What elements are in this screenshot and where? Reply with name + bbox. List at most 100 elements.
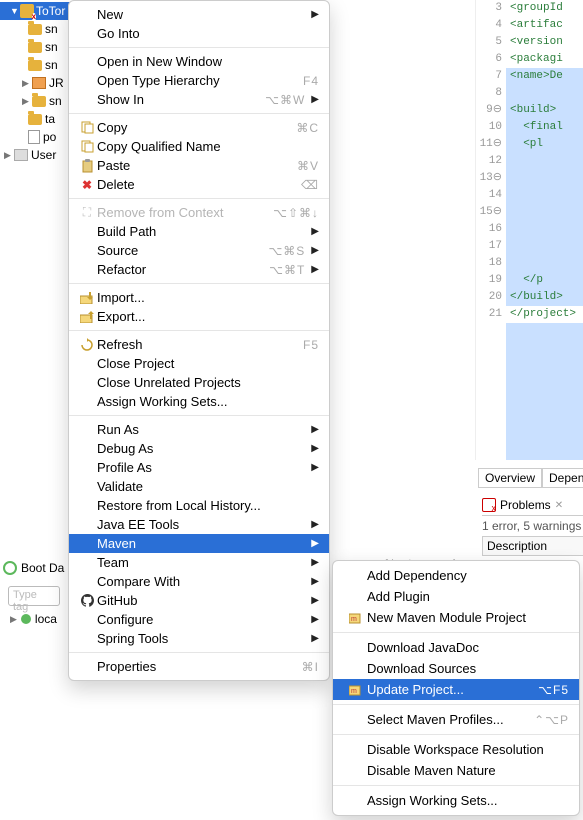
submenu-arrow-icon: ▶ [311, 462, 319, 473]
menu-item-team[interactable]: Team▶ [69, 553, 329, 572]
copy-qualified-icon [77, 140, 97, 153]
line-number: 15⊖ [476, 204, 502, 221]
code-line[interactable]: <groupId [506, 0, 583, 17]
line-number: 19 [476, 272, 502, 289]
problems-title[interactable]: Problems [500, 498, 551, 512]
menu-item-profile-as[interactable]: Profile As▶ [69, 458, 329, 477]
menu-separator [333, 734, 579, 735]
code-line[interactable]: <name>De [506, 68, 583, 85]
menu-item-open-in-new-window[interactable]: Open in New Window [69, 52, 329, 71]
submenu-item-select-maven-profiles[interactable]: Select Maven Profiles...⌃⌥P [333, 709, 579, 730]
code-line[interactable]: <artifac [506, 17, 583, 34]
code-line[interactable]: <build> [506, 102, 583, 119]
submenu-item-download-javadoc[interactable]: Download JavaDoc [333, 637, 579, 658]
menu-item-delete[interactable]: ✖Delete⌫ [69, 175, 329, 194]
submenu-item-add-dependency[interactable]: Add Dependency [333, 565, 579, 586]
code-line[interactable]: <packagi [506, 51, 583, 68]
code-line[interactable] [506, 204, 583, 221]
menu-item-source[interactable]: Source⌥⌘S▶ [69, 241, 329, 260]
menu-item-copy[interactable]: Copy⌘C [69, 118, 329, 137]
code-line[interactable] [506, 85, 583, 102]
local-node[interactable]: ▶ loca [10, 612, 57, 626]
menu-item-label: Team [97, 555, 305, 570]
menu-item-close-project[interactable]: Close Project [69, 354, 329, 373]
code-line[interactable]: </project> [506, 306, 583, 323]
menu-item-label: Import... [97, 290, 319, 305]
menu-item-close-unrelated-projects[interactable]: Close Unrelated Projects [69, 373, 329, 392]
menu-item-label: Debug As [97, 441, 305, 456]
menu-item-label: Download JavaDoc [367, 640, 569, 655]
code-line[interactable] [506, 153, 583, 170]
code-line[interactable]: </build> [506, 289, 583, 306]
menu-item-java-ee-tools[interactable]: Java EE Tools▶ [69, 515, 329, 534]
menu-item-validate[interactable]: Validate [69, 477, 329, 496]
menu-item-label: Go Into [97, 26, 319, 41]
menu-item-refactor[interactable]: Refactor⌥⌘T▶ [69, 260, 329, 279]
menu-item-debug-as[interactable]: Debug As▶ [69, 439, 329, 458]
menu-item-label: Paste [97, 158, 297, 173]
line-number: 6 [476, 51, 502, 68]
menu-item-new[interactable]: New▶ [69, 5, 329, 24]
menu-item-export[interactable]: Export... [69, 307, 329, 326]
menu-item-configure[interactable]: Configure▶ [69, 610, 329, 629]
submenu-item-download-sources[interactable]: Download Sources [333, 658, 579, 679]
submenu-item-update-project[interactable]: mUpdate Project...⌥F5 [333, 679, 579, 700]
menu-item-compare-with[interactable]: Compare With▶ [69, 572, 329, 591]
maven-submenu: Add Dependency Add PluginmNew Maven Modul… [332, 560, 580, 816]
close-icon[interactable]: ✕ [555, 500, 563, 511]
menu-item-spring-tools[interactable]: Spring Tools▶ [69, 629, 329, 648]
tab-dependencies[interactable]: Depend [542, 469, 583, 488]
menu-item-show-in[interactable]: Show In⌥⌘W▶ [69, 90, 329, 109]
menu-item-open-type-hierarchy[interactable]: Open Type HierarchyF4 [69, 71, 329, 90]
line-number: 10 [476, 119, 502, 136]
submenu-item-add-plugin[interactable]: Add Plugin [333, 586, 579, 607]
submenu-item-disable-workspace-resolution[interactable]: Disable Workspace Resolution [333, 739, 579, 760]
menu-item-label: Run As [97, 422, 305, 437]
menu-item-github[interactable]: GitHub▶ [69, 591, 329, 610]
menu-item-label: Disable Maven Nature [367, 763, 569, 778]
code-line[interactable]: <pl [506, 136, 583, 153]
menu-item-label: Refresh [97, 337, 303, 352]
editor-code[interactable]: <groupId<artifac<version<packagi<name>De… [506, 0, 583, 460]
menu-item-label: Copy Qualified Name [97, 139, 319, 154]
tab-overview[interactable]: Overview [478, 469, 542, 488]
tag-filter-input[interactable]: Type tag [8, 586, 60, 606]
code-line[interactable] [506, 221, 583, 238]
menu-item-properties[interactable]: Properties⌘I [69, 657, 329, 676]
menu-item-maven[interactable]: Maven▶ [69, 534, 329, 553]
code-line[interactable] [506, 255, 583, 272]
code-line[interactable] [506, 187, 583, 204]
menu-item-label: New [97, 7, 305, 22]
line-number: 9⊖ [476, 102, 502, 119]
folder-icon [32, 96, 46, 107]
menu-item-label: Add Dependency [367, 568, 569, 583]
menu-item-refresh[interactable]: RefreshF5 [69, 335, 329, 354]
boot-title[interactable]: Boot Da [21, 561, 64, 575]
code-line[interactable] [506, 238, 583, 255]
jre-icon [32, 77, 46, 89]
code-line[interactable]: <version [506, 34, 583, 51]
maven-icon: m [345, 611, 367, 625]
code-line[interactable]: </p [506, 272, 583, 289]
code-line[interactable] [506, 170, 583, 187]
menu-separator [69, 330, 329, 331]
menu-item-restore-from-local-history[interactable]: Restore from Local History... [69, 496, 329, 515]
line-number: 3 [476, 0, 502, 17]
menu-item-assign-working-sets[interactable]: Assign Working Sets... [69, 392, 329, 411]
menu-item-label: Compare With [97, 574, 305, 589]
menu-item-run-as[interactable]: Run As▶ [69, 420, 329, 439]
line-number: 11⊖ [476, 136, 502, 153]
menu-item-label: Open in New Window [97, 54, 319, 69]
menu-item-import[interactable]: Import... [69, 288, 329, 307]
problems-column-header[interactable]: Description [482, 536, 583, 556]
menu-item-paste[interactable]: Paste⌘V [69, 156, 329, 175]
submenu-item-disable-maven-nature[interactable]: Disable Maven Nature [333, 760, 579, 781]
line-number: 12 [476, 153, 502, 170]
code-editor[interactable]: 3456789⊖1011⊖1213⊖1415⊖161718192021 <gro… [475, 0, 583, 460]
code-line[interactable]: <final [506, 119, 583, 136]
submenu-item-assign-working-sets[interactable]: Assign Working Sets... [333, 790, 579, 811]
menu-item-go-into[interactable]: Go Into [69, 24, 329, 43]
menu-item-build-path[interactable]: Build Path▶ [69, 222, 329, 241]
submenu-item-new-maven-module-project[interactable]: mNew Maven Module Project [333, 607, 579, 628]
menu-item-copy-qualified-name[interactable]: Copy Qualified Name [69, 137, 329, 156]
